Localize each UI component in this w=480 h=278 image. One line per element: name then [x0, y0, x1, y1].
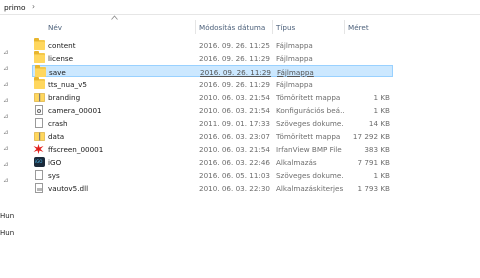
file-row-camera-00001[interactable]: camera_00001 2010. 06. 03. 21:54 Konfigu…: [32, 104, 393, 116]
file-row-vautov5-dll[interactable]: vautov5.dll 2010. 06. 03. 22:30 Alkalmaz…: [32, 182, 393, 194]
navigation-pane: ⊿ ⊿ ⊿ ⊿ ⊿ ⊿ ⊿ ⊿ ⊿ Hun Hun: [0, 15, 14, 278]
pin-icon: ⊿: [3, 80, 9, 88]
file-name: camera_00001: [48, 105, 102, 115]
file-name: save: [49, 67, 66, 77]
file-row-ffscreen-00001[interactable]: ffscreen_00001 2010. 06. 03. 21:54 Irfan…: [32, 143, 393, 155]
file-name: license: [48, 53, 74, 63]
file-type: IrfanView BMP File: [276, 144, 342, 154]
column-divider[interactable]: [344, 20, 345, 34]
file-size: 14 KB: [368, 118, 390, 128]
file-size: 1 KB: [373, 92, 390, 102]
column-header-size[interactable]: Méret: [348, 23, 369, 32]
pin-icon: ⊿: [3, 64, 9, 72]
file-name: branding: [48, 92, 81, 102]
file-size: 1 KB: [373, 105, 390, 115]
column-header-name[interactable]: Név: [48, 23, 62, 32]
file-name: crash: [48, 118, 68, 128]
igo-app-icon: [34, 157, 45, 167]
file-name: tts_nua_v5: [48, 79, 87, 89]
file-type: Fájlmappa: [276, 79, 313, 89]
file-row-license[interactable]: license 2016. 09. 26. 11:29 Fájlmappa: [32, 51, 393, 64]
pin-icon: ⊿: [3, 96, 9, 104]
file-type: Konfigurációs beá...: [276, 105, 344, 115]
text-file-icon: [35, 170, 43, 180]
pin-icon: ⊿: [3, 160, 9, 168]
column-header-date[interactable]: Módosítás dátuma: [199, 23, 265, 32]
file-name: content: [48, 40, 76, 50]
file-name: sys: [48, 170, 60, 180]
file-type: Szöveges dokume...: [276, 170, 344, 180]
column-header-type[interactable]: Típus: [276, 23, 295, 32]
irfanview-icon: [33, 144, 44, 154]
pin-icon: ⊿: [3, 176, 9, 184]
file-size: 1 KB: [373, 170, 390, 180]
column-divider[interactable]: [272, 20, 273, 34]
file-name: vautov5.dll: [48, 183, 89, 193]
file-type: Alkalmazáskiterjes...: [276, 183, 344, 193]
file-type: Tömörített mappa: [276, 92, 341, 102]
breadcrumb-item-primo[interactable]: primo: [4, 3, 26, 12]
file-type: Fájlmappa: [277, 67, 314, 77]
file-row-tts-nua-v5[interactable]: tts_nua_v5 2016. 09. 26. 11:29 Fájlmappa: [32, 77, 393, 90]
file-row-data[interactable]: data 2016. 06. 03. 23:07 Tömörített mapp…: [32, 130, 393, 142]
file-row-content[interactable]: content 2016. 09. 26. 11:25 Fájlmappa: [32, 38, 393, 51]
file-name: ffscreen_00001: [48, 144, 104, 154]
column-header-row: Név Módosítás dátuma Típus Méret: [0, 15, 480, 34]
file-type: Fájlmappa: [276, 53, 313, 63]
file-size: 1 793 KB: [357, 183, 390, 193]
file-row-igo[interactable]: iGO 2016. 06. 03. 22:46 Alkalmazás 7 791…: [32, 156, 393, 168]
file-name: data: [48, 131, 65, 141]
pin-icon: ⊿: [3, 144, 9, 152]
nav-item-hun-2[interactable]: Hun: [0, 229, 14, 237]
nav-item-hun-1[interactable]: Hun: [0, 212, 14, 220]
file-type: Fájlmappa: [276, 40, 313, 50]
file-row-branding[interactable]: branding 2010. 06. 03. 21:54 Tömörített …: [32, 91, 393, 103]
config-file-icon: [35, 105, 43, 115]
zip-icon: [34, 93, 45, 102]
dll-file-icon: [35, 183, 43, 193]
pin-icon: ⊿: [3, 112, 9, 120]
file-name: iGO: [48, 157, 62, 167]
folder-icon: [34, 51, 45, 63]
file-type: Tömörített mappa: [276, 131, 341, 141]
sort-up-icon: [111, 15, 118, 20]
pin-icon: ⊿: [3, 128, 9, 136]
file-size: 383 KB: [364, 144, 390, 154]
folder-icon: [34, 77, 45, 89]
file-type: Alkalmazás: [276, 157, 317, 167]
zip-icon: [34, 132, 45, 141]
chevron-right-icon[interactable]: ›: [32, 2, 35, 11]
file-row-save[interactable]: save 2016. 09. 26. 11:29 Fájlmappa: [32, 65, 393, 77]
file-size: 7 791 KB: [357, 157, 390, 167]
address-bar[interactable]: primo ›: [0, 0, 480, 15]
column-divider[interactable]: [195, 20, 196, 34]
folder-icon: [34, 38, 45, 50]
file-size: 17 292 KB: [352, 131, 390, 141]
pin-icon: ⊿: [3, 48, 9, 56]
file-row-sys[interactable]: sys 2016. 06. 05. 11:03 Szöveges dokume.…: [32, 169, 393, 181]
folder-icon: [35, 65, 46, 77]
text-file-icon: [35, 118, 43, 128]
file-type: Szöveges dokume...: [276, 118, 344, 128]
file-row-crash[interactable]: crash 2011. 09. 01. 17:33 Szöveges dokum…: [32, 117, 393, 129]
